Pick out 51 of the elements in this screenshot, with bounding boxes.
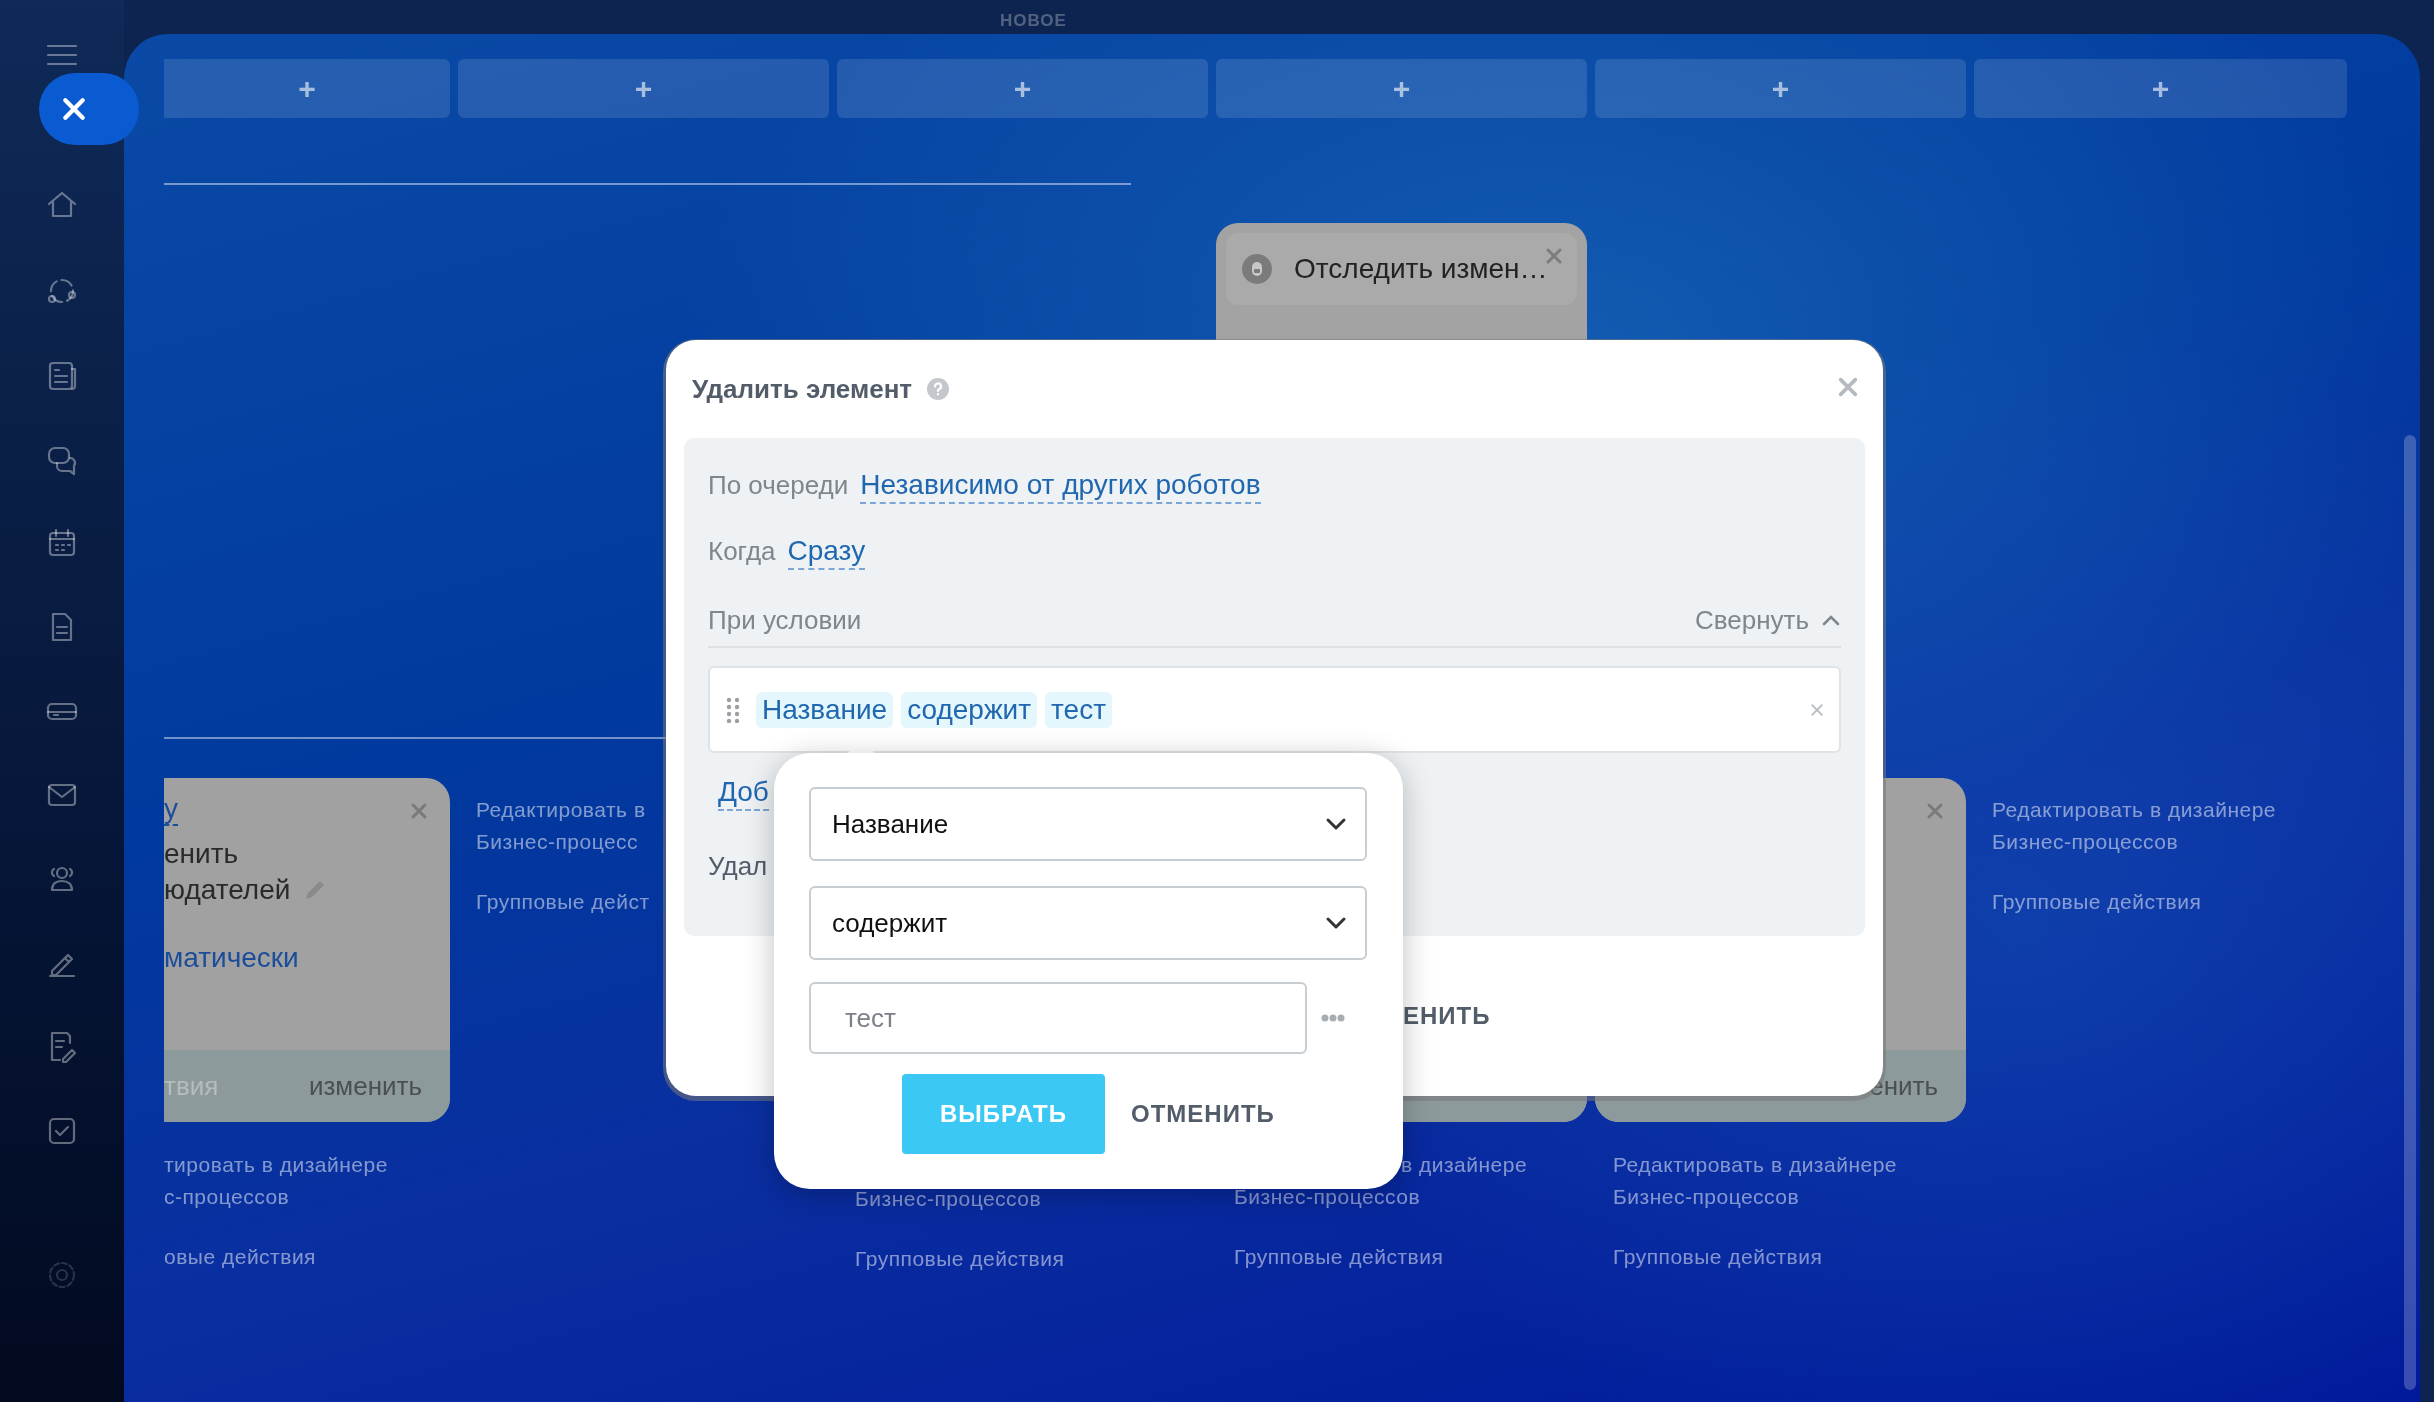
- value-input[interactable]: тест: [809, 982, 1307, 1054]
- group-actions-link[interactable]: Групповые действия: [855, 1243, 1065, 1275]
- group-actions-link[interactable]: Групповые действия: [1234, 1241, 1444, 1273]
- drag-handle-icon[interactable]: [726, 696, 740, 723]
- add-column-button[interactable]: +: [458, 59, 829, 118]
- close-icon[interactable]: [1837, 376, 1859, 398]
- designer-link[interactable]: Редактировать в Бизнес-процесс: [476, 794, 646, 858]
- chevron-down-icon: [1325, 816, 1347, 832]
- condition-label: При условии: [708, 604, 862, 636]
- edit-link[interactable]: изменить: [308, 1070, 422, 1102]
- group-actions-link[interactable]: Групповые действия: [1613, 1241, 1823, 1273]
- designer-link[interactable]: тировать в дизайнере с-процессов: [164, 1149, 388, 1213]
- designer-link[interactable]: Редактировать в дизайнере Бизнес-процессов: [1992, 794, 2277, 858]
- robot-title: Отследить измен…: [1294, 253, 1548, 285]
- collapse-toggle[interactable]: Свернуть: [1694, 604, 1841, 636]
- more-icon[interactable]: [1321, 1014, 1345, 1022]
- close-icon: [61, 96, 87, 122]
- designer-link[interactable]: Редактировать в дизайнере Бизнес-процессов: [1613, 1149, 1898, 1213]
- condition-chip[interactable]: тест: [1045, 691, 1112, 728]
- section-label: НОВОЕ: [999, 10, 1068, 32]
- mode-link[interactable]: матически: [164, 940, 299, 976]
- delete-label: Удал: [708, 851, 769, 882]
- dialog-title: Удалить элемент: [692, 373, 913, 405]
- robot-text: енить: [164, 837, 239, 871]
- field-label: Когда: [708, 536, 776, 567]
- select-button[interactable]: ВЫБРАТЬ: [902, 1074, 1105, 1154]
- add-column-button[interactable]: +: [164, 59, 450, 118]
- group-actions-link[interactable]: Групповые дейст: [476, 886, 650, 918]
- operator-select[interactable]: содержит: [809, 886, 1367, 960]
- field-value-link[interactable]: Независимо от других роботов: [860, 468, 1261, 504]
- add-column-button[interactable]: +: [837, 59, 1208, 118]
- condition-chip[interactable]: содержит: [901, 691, 1038, 728]
- field-value-link[interactable]: Сразу: [787, 534, 866, 570]
- lock-icon: [1240, 252, 1274, 286]
- cancel-button[interactable]: ОТМЕНИТЬ: [1131, 1100, 1275, 1128]
- save-button[interactable]: ЕНИТЬ: [1403, 1002, 1491, 1029]
- scrollbar[interactable]: [2404, 435, 2416, 1390]
- group-actions-link[interactable]: Групповые действия: [1992, 886, 2202, 918]
- field-select[interactable]: Название: [809, 787, 1367, 861]
- add-column-button[interactable]: +: [1595, 59, 1966, 118]
- remove-icon[interactable]: [1809, 702, 1825, 718]
- group-actions-link[interactable]: овые действия: [164, 1241, 316, 1273]
- chevron-down-icon: [1325, 915, 1347, 931]
- add-condition-link[interactable]: Доб: [718, 775, 769, 811]
- responsible-link[interactable]: у: [164, 794, 178, 826]
- close-icon[interactable]: [1545, 247, 1563, 265]
- add-column-button[interactable]: +: [1974, 59, 2347, 118]
- field-label: По очереди: [708, 470, 849, 501]
- condition-chip[interactable]: Название: [756, 691, 894, 728]
- add-column-button[interactable]: +: [1216, 59, 1587, 118]
- robot-text: юдателей: [164, 873, 291, 907]
